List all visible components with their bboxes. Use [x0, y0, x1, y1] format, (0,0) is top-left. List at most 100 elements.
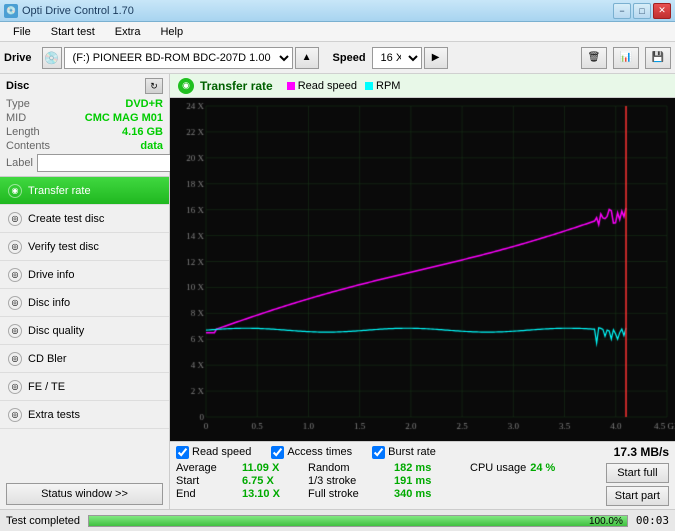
- disc-label-row: Label ⚙: [6, 154, 163, 172]
- checkbox-burst-rate[interactable]: Burst rate: [372, 446, 436, 459]
- checkbox-burst-rate-input[interactable]: [372, 446, 385, 459]
- legend-rpm-dot: [365, 82, 373, 90]
- disc-label-label: Label: [6, 157, 33, 169]
- start-value: 6.75 X: [242, 475, 302, 487]
- drive-select[interactable]: (F:) PIONEER BD-ROM BDC-207D 1.00: [64, 47, 293, 69]
- disc-title: Disc: [6, 80, 29, 92]
- progress-text: 100.0%: [589, 516, 623, 528]
- nav-icon-disc-quality: ◎: [8, 324, 22, 338]
- content-area: Disc ↻ Type DVD+R MID CMC MAG M01 Length…: [0, 74, 675, 509]
- start-full-button[interactable]: Start full: [606, 463, 669, 483]
- chart-canvas: [170, 98, 675, 441]
- legend-read-speed-dot: [287, 82, 295, 90]
- nav-item-drive-info[interactable]: ◎ Drive info: [0, 261, 169, 289]
- full-stroke-label: Full stroke: [308, 488, 388, 500]
- legend-rpm: RPM: [365, 80, 400, 92]
- speed-apply-button[interactable]: ▶: [424, 47, 448, 69]
- menu-start-test[interactable]: Start test: [42, 23, 104, 41]
- checkbox-access-times[interactable]: Access times: [271, 446, 352, 459]
- chart-controls: Read speed Access times Burst rate 17.3 …: [170, 441, 675, 509]
- nav-item-disc-info[interactable]: ◎ Disc info: [0, 289, 169, 317]
- chart-header: ◉ Transfer rate Read speed RPM: [170, 74, 675, 98]
- legend-read-speed: Read speed: [287, 80, 357, 92]
- nav-item-verify-test-disc[interactable]: ◎ Verify test disc: [0, 233, 169, 261]
- drive-eject-button[interactable]: ▲: [295, 47, 319, 69]
- nav-label-transfer-rate: Transfer rate: [28, 185, 91, 197]
- nav-icon-disc-info: ◎: [8, 296, 22, 310]
- checkbox-read-speed[interactable]: Read speed: [176, 446, 251, 459]
- checkbox-read-speed-input[interactable]: [176, 446, 189, 459]
- nav-items: ◉ Transfer rate ◎ Create test disc ◎ Ver…: [0, 177, 169, 479]
- full-stroke-value: 340 ms: [394, 488, 464, 500]
- app-icon: 💿: [4, 4, 18, 18]
- checkbox-access-times-label: Access times: [287, 446, 352, 458]
- legend-read-speed-label: Read speed: [298, 80, 357, 92]
- speed-label: Speed: [333, 52, 366, 64]
- cpu-row: CPU usage 24 %: [470, 462, 598, 474]
- chart-legend: Read speed RPM: [287, 80, 401, 92]
- nav-icon-create-test-disc: ◎: [8, 212, 22, 226]
- disc-type-row: Type DVD+R: [6, 98, 163, 110]
- stats-area: Average 11.09 X Random 182 ms CPU usage …: [176, 462, 669, 506]
- window-controls: − □ ✕: [613, 3, 671, 19]
- close-button[interactable]: ✕: [653, 3, 671, 19]
- speed-display: 17.3 MB/s: [614, 445, 669, 459]
- start-label: Start: [176, 475, 236, 487]
- nav-item-fe-te[interactable]: ◎ FE / TE: [0, 373, 169, 401]
- menu-help[interactable]: Help: [151, 23, 192, 41]
- title-bar: 💿 Opti Drive Control 1.70 − □ ✕: [0, 0, 675, 22]
- nav-icon-fe-te: ◎: [8, 380, 22, 394]
- disc-length-row: Length 4.16 GB: [6, 126, 163, 138]
- sidebar: Disc ↻ Type DVD+R MID CMC MAG M01 Length…: [0, 74, 170, 509]
- toolbar: Drive 💿 (F:) PIONEER BD-ROM BDC-207D 1.0…: [0, 42, 675, 74]
- start-part-button[interactable]: Start part: [606, 486, 669, 506]
- nav-icon-transfer-rate: ◉: [8, 184, 22, 198]
- chart-title: Transfer rate: [200, 79, 273, 93]
- nav-item-cd-bler[interactable]: ◎ CD Bler: [0, 345, 169, 373]
- status-window-button[interactable]: Status window >>: [6, 483, 163, 505]
- average-value: 11.09 X: [242, 462, 302, 474]
- progress-container: 100.0%: [88, 515, 628, 527]
- disc-contents-label: Contents: [6, 140, 50, 152]
- nav-label-create-test-disc: Create test disc: [28, 213, 104, 225]
- menu-file[interactable]: File: [4, 23, 40, 41]
- checkbox-burst-rate-label: Burst rate: [388, 446, 436, 458]
- disc-mid-row: MID CMC MAG M01: [6, 112, 163, 124]
- disc-label-input[interactable]: [37, 154, 177, 172]
- app-title: Opti Drive Control 1.70: [22, 5, 134, 17]
- disc-type-label: Type: [6, 98, 30, 110]
- status-bar: Test completed 100.0% 00:03: [0, 509, 675, 531]
- chart-icon: ◉: [178, 78, 194, 94]
- disc-mid-label: MID: [6, 112, 26, 124]
- disc-length-value: 4.16 GB: [122, 126, 163, 138]
- clear-button[interactable]: 🗑: [581, 47, 607, 69]
- disc-length-label: Length: [6, 126, 40, 138]
- menu-extra[interactable]: Extra: [106, 23, 150, 41]
- nav-item-extra-tests[interactable]: ◎ Extra tests: [0, 401, 169, 429]
- nav-item-transfer-rate[interactable]: ◉ Transfer rate: [0, 177, 169, 205]
- nav-item-disc-quality[interactable]: ◎ Disc quality: [0, 317, 169, 345]
- nav-label-disc-quality: Disc quality: [28, 325, 84, 337]
- end-label: End: [176, 488, 236, 500]
- progress-bar: [89, 516, 627, 526]
- save-button[interactable]: 💾: [645, 47, 671, 69]
- speed-select[interactable]: 16 X: [372, 47, 422, 69]
- maximize-button[interactable]: □: [633, 3, 651, 19]
- disc-refresh-button[interactable]: ↻: [145, 78, 163, 94]
- chart-area: [170, 98, 675, 441]
- disc-contents-row: Contents data: [6, 140, 163, 152]
- timer: 00:03: [636, 514, 669, 527]
- disc-type-value: DVD+R: [125, 98, 163, 110]
- export-button[interactable]: 📊: [613, 47, 639, 69]
- cpu-label: CPU usage: [470, 462, 526, 474]
- checkbox-access-times-input[interactable]: [271, 446, 284, 459]
- legend-rpm-label: RPM: [376, 80, 400, 92]
- disc-section: Disc ↻ Type DVD+R MID CMC MAG M01 Length…: [0, 74, 169, 177]
- disc-contents-value: data: [140, 140, 163, 152]
- stats-grid: Average 11.09 X Random 182 ms CPU usage …: [176, 462, 598, 500]
- cpu-value: 24 %: [530, 462, 555, 474]
- action-buttons: Start full Start part: [606, 462, 669, 506]
- nav-label-disc-info: Disc info: [28, 297, 70, 309]
- minimize-button[interactable]: −: [613, 3, 631, 19]
- nav-item-create-test-disc[interactable]: ◎ Create test disc: [0, 205, 169, 233]
